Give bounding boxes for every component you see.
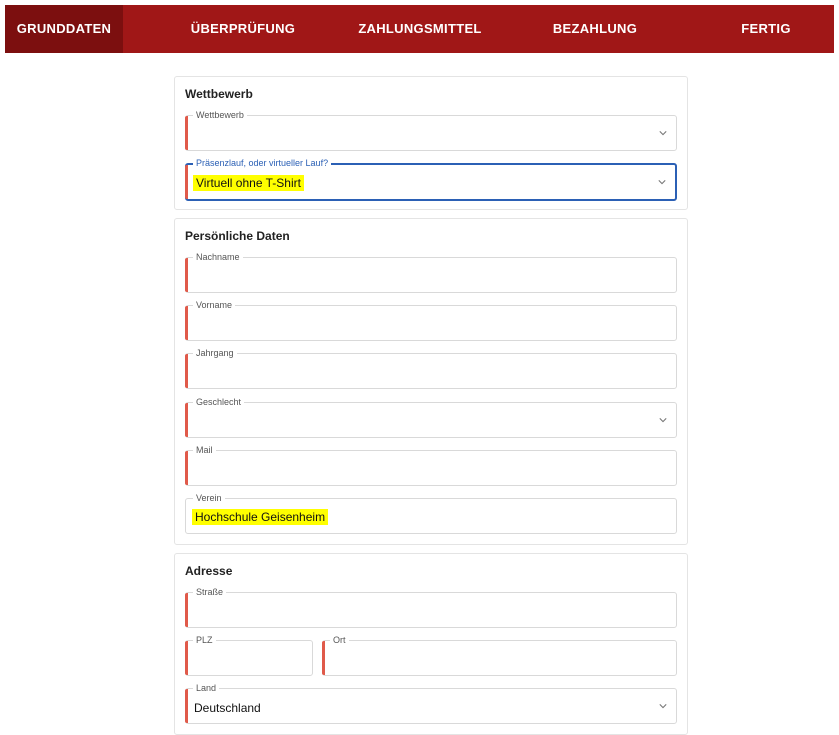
jahrgang-field[interactable]: Jahrgang [185, 347, 677, 389]
step-zahlungsmittel[interactable]: ZAHLUNGSMITTEL [350, 5, 490, 53]
personal-data-card: Persönliche Daten Nachname Vorname Jahrg… [174, 218, 688, 545]
verein-field[interactable]: Verein Hochschule Geisenheim [185, 492, 677, 534]
competition-select[interactable]: Wettbewerb [185, 109, 677, 151]
competition-select-label: Wettbewerb [193, 109, 247, 121]
required-marker [185, 258, 188, 292]
address-card-title: Adresse [185, 564, 233, 578]
required-marker [185, 451, 188, 485]
chevron-down-icon [659, 131, 667, 136]
plz-field[interactable]: PLZ [185, 634, 313, 676]
step-grunddaten[interactable]: GRUNDDATEN [5, 5, 123, 53]
strasse-field[interactable]: Straße [185, 586, 677, 628]
chevron-down-icon [658, 180, 666, 185]
required-marker [185, 403, 188, 437]
chevron-down-icon [659, 704, 667, 709]
required-marker [185, 354, 188, 388]
geschlecht-select[interactable]: Geschlecht [185, 396, 677, 438]
land-select-label: Land [193, 682, 220, 694]
mail-field-label: Mail [193, 444, 216, 456]
nachname-field-label: Nachname [193, 251, 243, 263]
nachname-field[interactable]: Nachname [185, 251, 677, 293]
ort-field-label: Ort [330, 634, 349, 646]
strasse-field-label: Straße [193, 586, 227, 598]
vorname-field-label: Vorname [193, 299, 236, 311]
step-ueberpruefung[interactable]: ÜBERPRÜFUNG [183, 5, 303, 53]
verein-field-label: Verein [193, 492, 225, 504]
run-mode-select-value: Virtuell ohne T-Shirt [193, 175, 304, 191]
personal-data-card-title: Persönliche Daten [185, 229, 290, 243]
land-select[interactable]: Land Deutschland [185, 682, 677, 724]
geschlecht-select-label: Geschlecht [193, 396, 245, 408]
ort-field[interactable]: Ort [322, 634, 677, 676]
mail-field[interactable]: Mail [185, 444, 677, 486]
competition-card: Wettbewerb Wettbewerb Präsenzlauf, oder … [174, 76, 688, 210]
run-mode-select-label: Präsenzlauf, oder virtueller Lauf? [193, 157, 332, 169]
verein-field-value: Hochschule Geisenheim [192, 509, 329, 525]
run-mode-select[interactable]: Präsenzlauf, oder virtueller Lauf? Virtu… [185, 157, 677, 201]
jahrgang-field-label: Jahrgang [193, 347, 237, 359]
address-card: Adresse Straße PLZ Ort Land Deutschland [174, 553, 688, 735]
step-bezahlung[interactable]: BEZAHLUNG [540, 5, 650, 53]
required-marker [185, 641, 188, 675]
required-marker [185, 165, 188, 199]
required-marker [185, 116, 188, 150]
required-marker [322, 641, 325, 675]
competition-card-title: Wettbewerb [185, 87, 253, 101]
land-select-value: Deutschland [194, 701, 261, 715]
chevron-down-icon [659, 418, 667, 423]
step-navigation: GRUNDDATEN ÜBERPRÜFUNG ZAHLUNGSMITTEL BE… [5, 5, 834, 53]
plz-field-label: PLZ [193, 634, 216, 646]
required-marker [185, 306, 188, 340]
step-fertig[interactable]: FERTIG [721, 5, 811, 53]
required-marker [185, 689, 188, 723]
vorname-field[interactable]: Vorname [185, 299, 677, 341]
required-marker [185, 593, 188, 627]
